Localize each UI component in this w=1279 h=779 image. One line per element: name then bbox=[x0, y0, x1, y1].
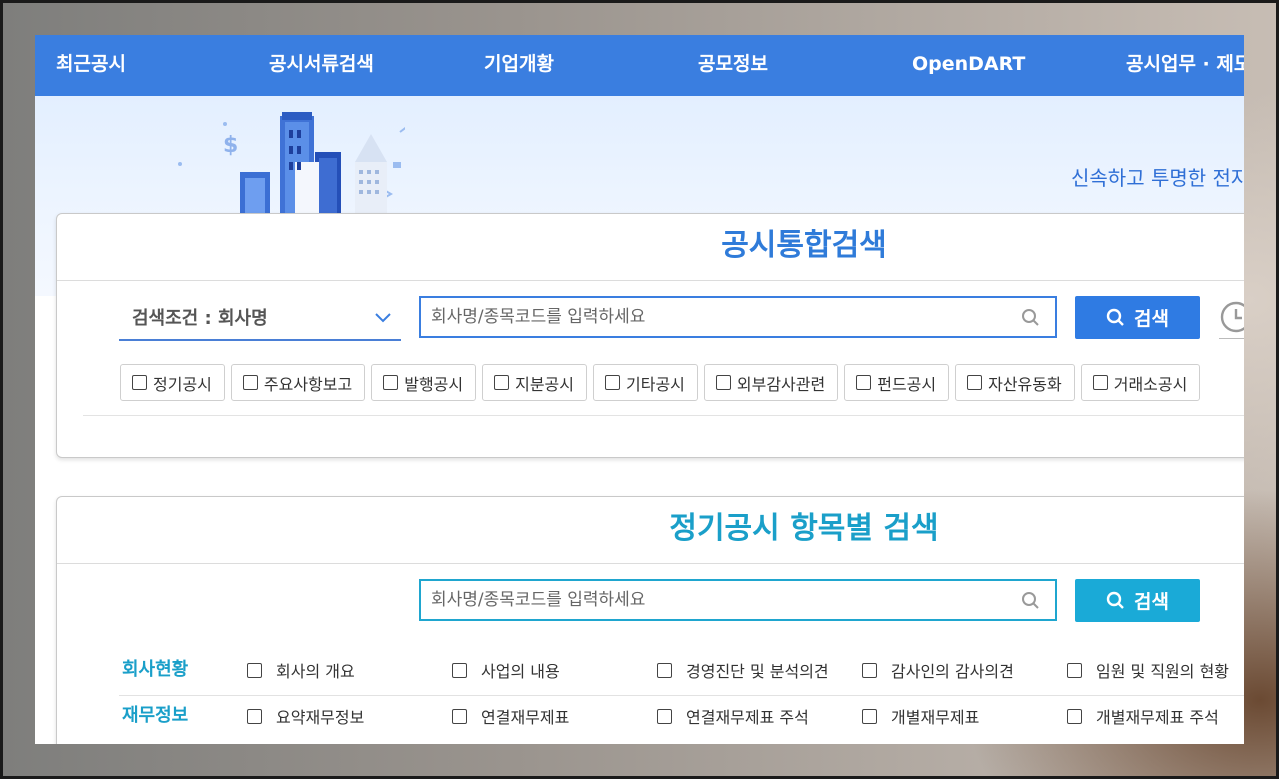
item-search-title-text: 정기공시 항목별 검색 bbox=[669, 511, 939, 546]
checkbox-icon[interactable] bbox=[494, 375, 510, 390]
checkbox-icon[interactable] bbox=[967, 375, 983, 390]
search-button-label: 검색 bbox=[1134, 308, 1169, 330]
checkbox-icon[interactable] bbox=[452, 662, 467, 678]
checkbox-icon[interactable] bbox=[383, 375, 399, 390]
integrated-search-title-text: 공시통합검색 bbox=[721, 228, 887, 263]
search-history-button[interactable] bbox=[1219, 296, 1244, 339]
item-row-financial-info: 재무정보 요약재무정보 연결재무제표 연결재무제표 주석 개별재무제표 개별재무… bbox=[119, 696, 1244, 742]
checkbox-icon[interactable] bbox=[856, 375, 872, 390]
item-checkbox[interactable]: 임원 및 직원의 현황 bbox=[1067, 650, 1229, 690]
nav-disclosure-work[interactable]: 공시업무 · 제도 bbox=[1126, 35, 1244, 96]
checkbox-icon[interactable] bbox=[862, 708, 877, 724]
checkbox-icon[interactable] bbox=[452, 708, 467, 724]
integrated-search-input[interactable] bbox=[421, 298, 1001, 336]
svg-text:$: $ bbox=[223, 133, 238, 158]
search-icon bbox=[1022, 592, 1039, 609]
item-checkbox[interactable]: 경영진단 및 분석의견 bbox=[657, 650, 829, 690]
checkbox-icon[interactable] bbox=[132, 375, 147, 390]
search-condition-select[interactable]: 검색조건 : 회사명 bbox=[119, 301, 401, 341]
checkbox-icon[interactable] bbox=[247, 662, 262, 678]
top-navigation: 최근공시 공시서류검색 기업개황 공모정보 OpenDART 공시업무 · 제도 bbox=[35, 35, 1244, 96]
integrated-search-field bbox=[419, 296, 1057, 338]
item-row-company-status: 회사현황 회사의 개요 사업의 내용 경영진단 및 분석의견 감사인의 감사의견… bbox=[119, 650, 1244, 696]
filter-fund[interactable]: 펀드공시 bbox=[844, 364, 950, 401]
search-icon bbox=[1106, 591, 1124, 609]
search-condition-label: 검색조건 : 회사명 bbox=[132, 308, 268, 329]
item-checkbox[interactable]: 연결재무제표 bbox=[452, 696, 569, 736]
item-search-panel: 정기공시 항목별 검색 검색 회사현황 회사의 개요 사업의 내용 경영진단 및… bbox=[56, 496, 1244, 744]
nav-company-overview[interactable]: 기업개황 bbox=[484, 35, 554, 96]
item-checkbox[interactable]: 개별재무제표 bbox=[862, 696, 979, 736]
search-icon bbox=[1106, 308, 1124, 326]
nav-offering-info[interactable]: 공모정보 bbox=[698, 35, 768, 96]
row-heading: 회사현황 bbox=[122, 659, 189, 680]
chevron-down-icon bbox=[375, 313, 391, 323]
checkbox-icon[interactable] bbox=[657, 708, 672, 724]
checkbox-icon[interactable] bbox=[862, 662, 877, 678]
checkbox-icon[interactable] bbox=[605, 375, 620, 390]
filter-issuance[interactable]: 발행공시 bbox=[371, 364, 477, 401]
integrated-search-panel: 공시통합검색 검색조건 : 회사명 검색 bbox=[56, 213, 1244, 458]
checkbox-icon[interactable] bbox=[1067, 662, 1082, 678]
filter-regular[interactable]: 정기공시 bbox=[120, 364, 225, 401]
checkbox-icon[interactable] bbox=[715, 375, 731, 390]
nav-document-search[interactable]: 공시서류검색 bbox=[269, 35, 374, 96]
item-checkbox[interactable]: 사업의 내용 bbox=[452, 650, 560, 690]
item-checkbox[interactable]: 연결재무제표 주석 bbox=[657, 696, 809, 736]
filter-major-report[interactable]: 주요사항보고 bbox=[230, 364, 366, 401]
filter-equity[interactable]: 지분공시 bbox=[482, 364, 587, 401]
disclosure-type-filters: 정기공시 주요사항보고 발행공시 지분공시 기타공시 외부감사관련 펀드공시 자… bbox=[120, 364, 1201, 401]
item-search-input[interactable] bbox=[421, 581, 1001, 619]
history-clock-icon bbox=[1220, 301, 1244, 333]
integrated-search-button[interactable]: 검색 bbox=[1075, 296, 1200, 339]
item-search-button[interactable]: 검색 bbox=[1075, 579, 1200, 622]
checkbox-icon[interactable] bbox=[1092, 375, 1108, 390]
nav-opendart[interactable]: OpenDART bbox=[912, 35, 1025, 96]
integrated-search-title: 공시통합검색 bbox=[57, 214, 1244, 281]
search-button-label: 검색 bbox=[1134, 591, 1169, 613]
filter-asset-securitization[interactable]: 자산유동화 bbox=[955, 364, 1075, 401]
checkbox-icon[interactable] bbox=[247, 708, 262, 724]
search-icon bbox=[1022, 309, 1039, 326]
nav-recent-disclosure[interactable]: 최근공시 bbox=[56, 35, 126, 96]
filter-other[interactable]: 기타공시 bbox=[593, 364, 698, 401]
item-checkbox[interactable]: 요약재무정보 bbox=[247, 696, 364, 736]
hero-slogan: 신속하고 투명한 전자공시시스템 bbox=[1071, 166, 1244, 190]
filter-external-audit[interactable]: 외부감사관련 bbox=[703, 364, 839, 401]
checkbox-icon[interactable] bbox=[242, 375, 258, 390]
item-search-title: 정기공시 항목별 검색 bbox=[57, 497, 1244, 564]
browser-viewport: 최근공시 공시서류검색 기업개황 공모정보 OpenDART 공시업무 · 제도… bbox=[35, 35, 1244, 744]
checkbox-icon[interactable] bbox=[1067, 708, 1082, 724]
row-heading: 재무정보 bbox=[122, 705, 189, 726]
city-illustration: $ bbox=[178, 112, 405, 224]
checkbox-icon[interactable] bbox=[657, 662, 672, 678]
item-checkbox[interactable]: 회사의 개요 bbox=[247, 650, 355, 690]
item-checkbox[interactable]: 감사인의 감사의견 bbox=[862, 650, 1014, 690]
filter-divider bbox=[83, 415, 1244, 416]
filter-exchange[interactable]: 거래소공시 bbox=[1080, 364, 1201, 401]
item-checkbox[interactable]: 개별재무제표 주석 bbox=[1067, 696, 1219, 736]
item-search-field bbox=[419, 579, 1057, 621]
